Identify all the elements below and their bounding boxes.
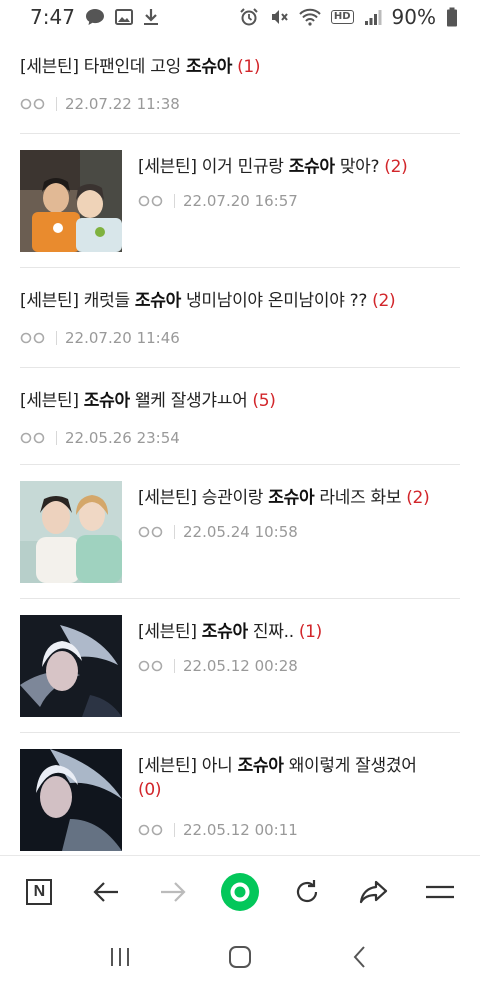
keyword-highlight: 조슈아 bbox=[83, 391, 130, 411]
view-icon bbox=[138, 526, 163, 538]
post-meta: 22.07.22 11:38 bbox=[20, 95, 180, 113]
hd-voice-icon: HD bbox=[330, 10, 354, 24]
comment-count: (0) bbox=[138, 780, 162, 800]
green-dot-button[interactable] bbox=[212, 864, 268, 920]
divider bbox=[56, 331, 57, 345]
post-meta: 22.05.12 00:11 bbox=[138, 821, 298, 839]
post-date: 22.05.12 00:28 bbox=[183, 657, 298, 675]
battery-icon bbox=[446, 7, 458, 27]
post-meta: 22.05.26 23:54 bbox=[20, 429, 180, 447]
post-thumbnail[interactable] bbox=[20, 481, 122, 583]
wifi-icon bbox=[299, 8, 321, 26]
status-bar: 7:47 HD 90% bbox=[0, 0, 480, 34]
post-list: [세븐틴] 타팬인데 고잉 조슈아 (1) 22.07.22 11:38 [세븐… bbox=[0, 34, 480, 873]
view-icon bbox=[138, 824, 163, 836]
keyword-highlight: 조슈아 bbox=[288, 157, 335, 177]
divider bbox=[174, 525, 175, 539]
list-item[interactable]: [세븐틴] 아니 조슈아 왜이렇게 잘생겼어 (0) 22.05.12 00:11 bbox=[20, 733, 460, 873]
post-title[interactable]: [세븐틴] 조슈아 진짜.. (1) bbox=[138, 620, 460, 644]
recent-apps-icon bbox=[111, 948, 129, 966]
arrow-left-icon bbox=[93, 881, 119, 902]
green-dot-icon bbox=[220, 872, 259, 911]
back-button[interactable] bbox=[78, 864, 134, 920]
comment-count: (2) bbox=[372, 291, 396, 311]
refresh-button[interactable] bbox=[279, 864, 335, 920]
post-meta: 22.05.12 00:28 bbox=[138, 657, 298, 675]
post-title[interactable]: [세븐틴] 이거 민규랑 조슈아 맞아? (2) bbox=[138, 155, 460, 179]
comment-count: (5) bbox=[252, 391, 276, 411]
post-date: 22.05.26 23:54 bbox=[65, 429, 180, 447]
divider bbox=[174, 194, 175, 208]
post-thumbnail[interactable] bbox=[20, 615, 122, 717]
view-icon bbox=[20, 98, 45, 110]
post-date: 22.05.24 10:58 bbox=[183, 523, 298, 541]
post-title[interactable]: [세븐틴] 아니 조슈아 왜이렇게 잘생겼어 (0) bbox=[138, 754, 460, 802]
post-title[interactable]: [세븐틴] 타팬인데 고잉 조슈아 (1) bbox=[20, 55, 460, 79]
view-icon bbox=[138, 195, 163, 207]
comment-count: (1) bbox=[298, 622, 323, 642]
view-icon bbox=[138, 660, 163, 672]
chat-bubble-icon bbox=[85, 8, 105, 26]
keyword-highlight: 조슈아 bbox=[134, 291, 181, 311]
mute-icon bbox=[269, 7, 289, 27]
post-title[interactable]: [세븐틴] 조슈아 왤케 잘생갸ㅛ어 (5) bbox=[20, 389, 460, 413]
view-icon bbox=[20, 432, 45, 444]
naver-home-button[interactable]: N bbox=[11, 864, 67, 920]
recent-apps-button[interactable] bbox=[92, 929, 148, 985]
divider bbox=[56, 97, 57, 111]
list-item[interactable]: [세븐틴] 승관이랑 조슈아 라네즈 화보 (2) 22.05.24 10:58 bbox=[20, 465, 460, 599]
post-meta: 22.07.20 16:57 bbox=[138, 192, 298, 210]
status-time: 7:47 bbox=[30, 5, 75, 29]
post-date: 22.07.22 11:38 bbox=[65, 95, 180, 113]
divider bbox=[174, 659, 175, 673]
home-button[interactable] bbox=[212, 929, 268, 985]
menu-button[interactable] bbox=[412, 864, 468, 920]
alarm-icon bbox=[239, 7, 259, 27]
post-meta: 22.05.24 10:58 bbox=[138, 523, 298, 541]
post-date: 22.07.20 11:46 bbox=[65, 329, 180, 347]
naver-logo-icon: N bbox=[26, 878, 53, 905]
post-meta: 22.07.20 11:46 bbox=[20, 329, 180, 347]
home-icon bbox=[229, 946, 251, 968]
hamburger-icon bbox=[426, 885, 455, 898]
list-item[interactable]: [세븐틴] 캐럿들 조슈아 냉미남이야 온미남이야 ?? (2) 22.07.20… bbox=[20, 268, 460, 368]
post-title[interactable]: [세븐틴] 승관이랑 조슈아 라네즈 화보 (2) bbox=[138, 486, 460, 510]
list-item[interactable]: [세븐틴] 이거 민규랑 조슈아 맞아? (2) 22.07.20 16:57 bbox=[20, 134, 460, 268]
divider bbox=[56, 431, 57, 445]
keyword-highlight: 조슈아 bbox=[186, 57, 233, 77]
comment-count: (2) bbox=[384, 157, 408, 177]
download-icon bbox=[143, 8, 159, 26]
comment-count: (2) bbox=[406, 488, 430, 508]
keyword-highlight: 조슈아 bbox=[268, 488, 315, 508]
keyword-highlight: 조슈아 bbox=[237, 756, 284, 776]
post-thumbnail[interactable] bbox=[20, 749, 122, 851]
chevron-left-icon bbox=[353, 946, 365, 968]
post-title[interactable]: [세븐틴] 캐럿들 조슈아 냉미남이야 온미남이야 ?? (2) bbox=[20, 289, 460, 313]
view-icon bbox=[20, 332, 45, 344]
forward-button[interactable] bbox=[145, 864, 201, 920]
comment-count: (1) bbox=[237, 57, 261, 77]
arrow-right-icon bbox=[161, 881, 186, 902]
share-arrow-icon bbox=[359, 880, 387, 903]
keyword-highlight: 조슈아 bbox=[201, 622, 248, 642]
system-back-button[interactable] bbox=[332, 929, 388, 985]
browser-toolbar: N bbox=[0, 855, 480, 927]
list-item[interactable]: [세븐틴] 타팬인데 고잉 조슈아 (1) 22.07.22 11:38 bbox=[20, 34, 460, 134]
signal-icon bbox=[364, 8, 382, 26]
post-date: 22.05.12 00:11 bbox=[183, 821, 298, 839]
android-nav-bar bbox=[0, 927, 480, 987]
divider bbox=[174, 823, 175, 837]
gallery-icon bbox=[114, 8, 133, 26]
share-button[interactable] bbox=[346, 864, 402, 920]
post-date: 22.07.20 16:57 bbox=[183, 192, 298, 210]
battery-percent: 90% bbox=[391, 5, 436, 29]
list-item[interactable]: [세븐틴] 조슈아 왤케 잘생갸ㅛ어 (5) 22.05.26 23:54 bbox=[20, 368, 460, 465]
list-item[interactable]: [세븐틴] 조슈아 진짜.. (1) 22.05.12 00:28 bbox=[20, 599, 460, 733]
refresh-icon bbox=[296, 879, 317, 902]
post-thumbnail[interactable] bbox=[20, 150, 122, 252]
